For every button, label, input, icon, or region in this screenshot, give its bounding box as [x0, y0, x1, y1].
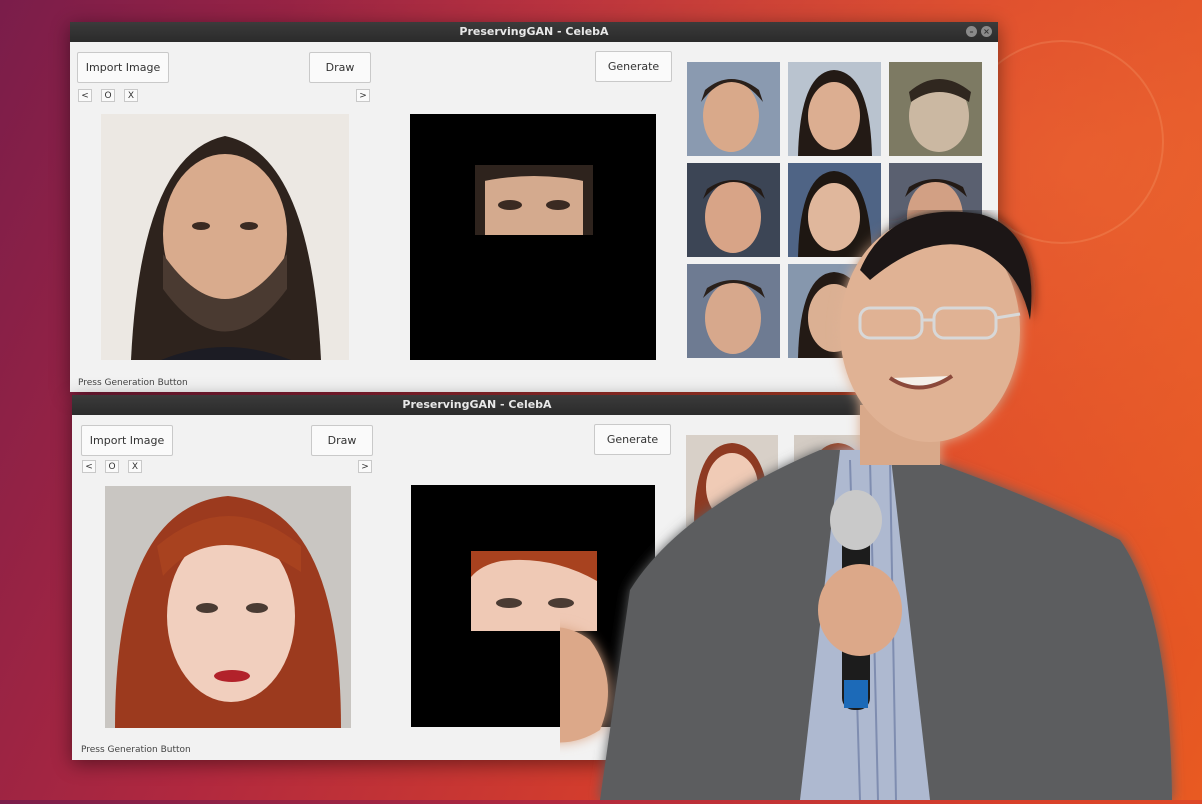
- window-titlebar: PreservingGAN - CelebA – ×: [70, 22, 998, 42]
- close-icon[interactable]: ×: [981, 26, 992, 37]
- generated-thumbnail[interactable]: [788, 62, 881, 156]
- generated-thumbnail[interactable]: [889, 62, 982, 156]
- reset-button[interactable]: O: [101, 89, 115, 102]
- presenter-person: [500, 210, 1202, 801]
- window-title: PreservingGAN - CelebA: [459, 25, 609, 38]
- generate-button[interactable]: Generate: [595, 51, 672, 82]
- next-button[interactable]: >: [358, 460, 372, 473]
- status-text: Press Generation Button: [78, 378, 188, 388]
- clear-button[interactable]: X: [128, 460, 142, 473]
- face-portrait-woman: [105, 486, 351, 728]
- reset-button[interactable]: O: [105, 460, 119, 473]
- import-image-button[interactable]: Import Image: [81, 425, 173, 456]
- window-title: PreservingGAN - CelebA: [402, 398, 552, 411]
- input-photo: [101, 114, 349, 360]
- input-photo: [105, 486, 351, 728]
- clear-button[interactable]: X: [124, 89, 138, 102]
- prev-button[interactable]: <: [82, 460, 96, 473]
- status-text: Press Generation Button: [81, 745, 191, 755]
- prev-button[interactable]: <: [78, 89, 92, 102]
- draw-button[interactable]: Draw: [309, 52, 371, 83]
- import-image-button[interactable]: Import Image: [77, 52, 169, 83]
- generated-thumbnail[interactable]: [687, 62, 780, 156]
- presenter-illustration: [500, 211, 1172, 801]
- minimize-icon[interactable]: –: [966, 26, 977, 37]
- face-portrait-man: [101, 114, 349, 360]
- next-button[interactable]: >: [356, 89, 370, 102]
- draw-button[interactable]: Draw: [311, 425, 373, 456]
